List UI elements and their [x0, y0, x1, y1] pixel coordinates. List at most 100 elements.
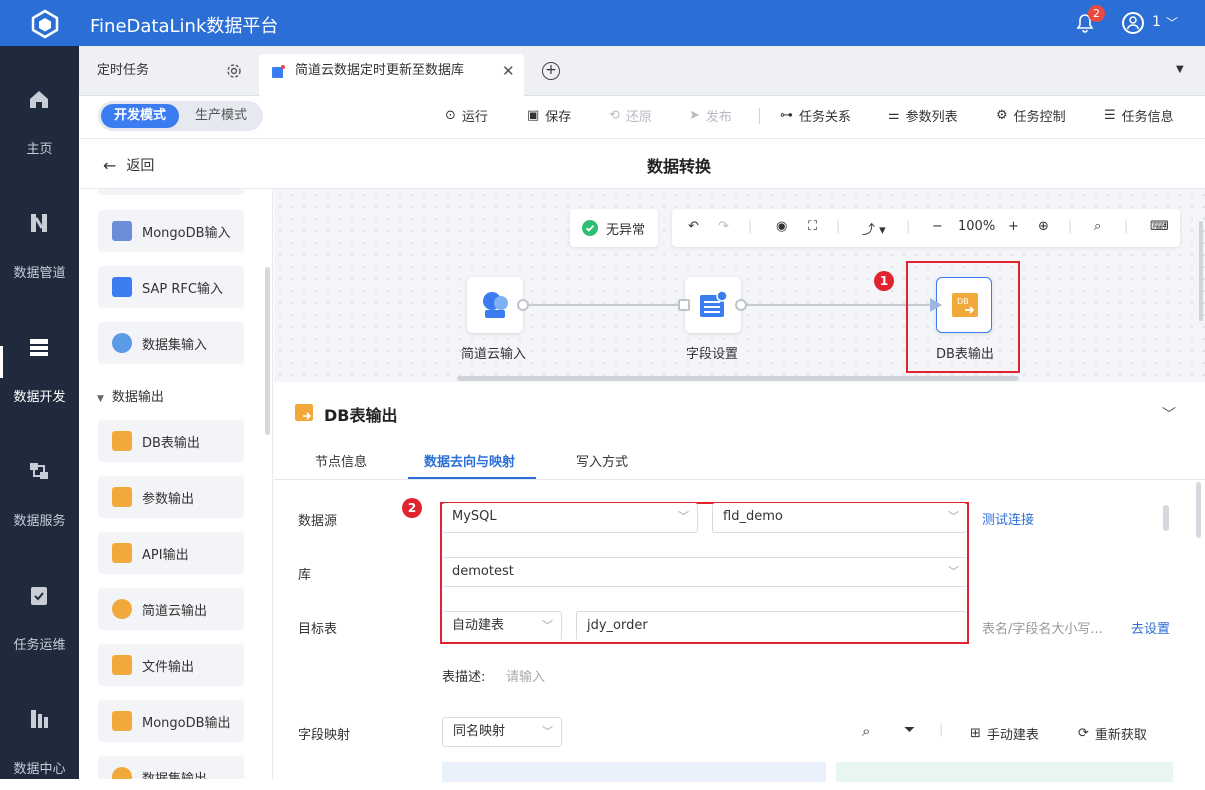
- tab-current-task[interactable]: 简道云数据定时更新至数据库 ✕: [259, 54, 524, 96]
- go-settings-link[interactable]: 去设置: [1131, 618, 1170, 637]
- node-palette: MongoDB输入 SAP RFC输入 数据集输入 ▼ 数据输出 DB表输出 参数…: [79, 189, 273, 779]
- close-icon[interactable]: ✕: [502, 54, 515, 88]
- nav-item-home[interactable]: 主页: [0, 46, 79, 170]
- nav-item-service[interactable]: 数据服务: [0, 418, 79, 542]
- undo-icon[interactable]: ↶: [688, 219, 699, 234]
- add-tab-icon[interactable]: +: [542, 62, 560, 80]
- ops-icon: [31, 587, 47, 605]
- palette-scrollbar[interactable]: [265, 267, 270, 435]
- zoom-in-icon[interactable]: +: [1008, 219, 1019, 234]
- palette-group-output[interactable]: ▼ 数据输出: [97, 386, 164, 405]
- source-fields-header: [442, 762, 826, 782]
- user-name[interactable]: 1: [1152, 14, 1161, 30]
- palette-item-db-output[interactable]: DB表输出: [98, 420, 244, 462]
- status-indicator: 无异常: [570, 209, 658, 247]
- palette-item-file-output[interactable]: 文件输出: [98, 644, 244, 686]
- tab-node-info[interactable]: 节点信息: [315, 451, 367, 470]
- nav-item-dev[interactable]: 数据开发: [0, 294, 79, 418]
- palette-item-label: 数据集输入: [142, 337, 208, 353]
- node-field-settings[interactable]: [685, 277, 741, 333]
- filter-icon[interactable]: ⏷: [904, 722, 915, 738]
- palette-item-sap-input[interactable]: SAP RFC输入: [98, 266, 244, 308]
- field-settings-icon: [700, 290, 728, 317]
- restore-button[interactable]: ⟲ 还原: [609, 106, 652, 125]
- publish-label: 发布: [705, 110, 732, 125]
- task-info-button[interactable]: ☰ 任务信息: [1104, 106, 1174, 125]
- panel-scrollbar[interactable]: [1196, 482, 1201, 538]
- table-name-input[interactable]: jdy_order: [576, 611, 967, 641]
- form-scrollbar[interactable]: [1163, 505, 1169, 531]
- flow-canvas[interactable]: 无异常 ↶ ↷ | ◉ ⛶ | ⤴ ▾ | − 100% + ⊕ | ⌕ | ⌨…: [274, 189, 1205, 392]
- mapping-mode-select[interactable]: 同名映射 ﹀: [442, 717, 562, 747]
- table-icon: ⊞: [970, 726, 981, 741]
- back-button[interactable]: ← 返回: [103, 155, 154, 175]
- publish-button[interactable]: ➤ 发布: [689, 106, 732, 125]
- connector-icon[interactable]: ⤴ ▾: [862, 219, 886, 238]
- file-output-icon: [112, 655, 132, 675]
- node-config-panel: DB表输出 ﹀ 节点信息 数据去向与映射 写入方式 2 数据源 MySQL ﹀ f…: [274, 382, 1205, 782]
- tab-scheduled-tasks[interactable]: 定时任务: [79, 54, 254, 96]
- palette-item-jdy-output[interactable]: 简道云输出: [98, 588, 244, 630]
- canvas-vertical-scrollbar[interactable]: [1199, 221, 1203, 321]
- datasource-name-select[interactable]: fld_demo ﹀: [712, 503, 967, 533]
- run-label: 运行: [461, 110, 488, 125]
- caret-down-icon[interactable]: ▼: [1176, 64, 1184, 75]
- divider: |: [939, 722, 944, 737]
- palette-item-mongodb-input[interactable]: MongoDB输入: [98, 210, 244, 252]
- connection-line: [741, 304, 931, 306]
- test-connection-link[interactable]: 测试连接: [982, 509, 1034, 528]
- zoom-out-icon[interactable]: −: [932, 219, 943, 234]
- nav-item-datacenter[interactable]: 数据中心: [0, 666, 79, 790]
- palette-item-mongodb-output[interactable]: MongoDB输出: [98, 700, 244, 742]
- create-mode-select[interactable]: 自动建表 ﹀: [442, 611, 562, 641]
- task-icon: [272, 65, 285, 78]
- mongodb-output-icon: [112, 711, 132, 731]
- palette-item-param-output[interactable]: 参数输出: [98, 476, 244, 518]
- button-label: 重新获取: [1094, 728, 1147, 743]
- palette-item-api-output[interactable]: API输出: [98, 532, 244, 574]
- tab-label: 定时任务: [97, 63, 150, 78]
- palette-item-label: 参数输出: [142, 491, 195, 507]
- refetch-button[interactable]: ⟳ 重新获取: [1078, 724, 1147, 743]
- canvas-horizontal-scrollbar[interactable]: [457, 376, 1019, 381]
- redo-icon[interactable]: ↷: [718, 219, 729, 234]
- manual-create-table-button[interactable]: ⊞ 手动建表: [970, 724, 1039, 743]
- avatar[interactable]: [1122, 12, 1144, 34]
- pipeline-icon: [31, 214, 47, 232]
- save-button[interactable]: ▣ 保存: [527, 106, 571, 125]
- nav-item-pipeline[interactable]: 数据管道: [0, 170, 79, 294]
- nav-label: 主页: [26, 142, 53, 157]
- preview-icon[interactable]: ◉: [776, 219, 787, 234]
- nav-label: 数据管道: [13, 266, 66, 281]
- task-control-button[interactable]: ⚙ 任务控制: [996, 106, 1066, 125]
- input-port[interactable]: [678, 299, 690, 311]
- save-label: 保存: [545, 110, 572, 125]
- datasource-type-select[interactable]: MySQL ﹀: [442, 503, 698, 533]
- node-jdy-input[interactable]: [467, 277, 523, 333]
- chevron-down-icon[interactable]: ﹀: [1166, 14, 1178, 31]
- tab-data-mapping[interactable]: 数据去向与映射: [424, 451, 515, 470]
- keyboard-icon[interactable]: ⌨: [1150, 219, 1169, 234]
- dev-mode-button[interactable]: 开发模式: [101, 104, 179, 128]
- gear-icon[interactable]: [226, 63, 242, 79]
- nav-item-ops[interactable]: 任务运维: [0, 542, 79, 666]
- palette-item-dataset-output[interactable]: 数据集输出: [98, 756, 244, 779]
- locate-icon[interactable]: ⊕: [1038, 219, 1049, 234]
- dev-icon: [30, 339, 48, 356]
- param-list-button[interactable]: ⚌ 参数列表: [888, 106, 958, 125]
- table-desc-input[interactable]: 请输入: [506, 666, 545, 685]
- search-icon[interactable]: ⌕: [1094, 219, 1101, 234]
- run-button[interactable]: ⊙ 运行: [445, 106, 488, 125]
- chevron-down-icon: ﹀: [678, 510, 689, 523]
- chevron-down-icon[interactable]: ﹀: [1162, 404, 1176, 424]
- search-icon[interactable]: ⌕: [862, 722, 870, 740]
- palette-item-dataset-input[interactable]: 数据集输入: [98, 322, 244, 364]
- output-port[interactable]: [735, 299, 747, 311]
- database-select[interactable]: demotest ﹀: [442, 557, 967, 587]
- output-port[interactable]: [517, 299, 529, 311]
- prod-mode-button[interactable]: 生产模式: [186, 104, 256, 128]
- fit-view-icon[interactable]: ⛶: [808, 219, 817, 234]
- tab-write-mode[interactable]: 写入方式: [576, 451, 628, 470]
- task-relation-button[interactable]: ⊶ 任务关系: [780, 106, 851, 125]
- database-label: 库: [298, 568, 312, 583]
